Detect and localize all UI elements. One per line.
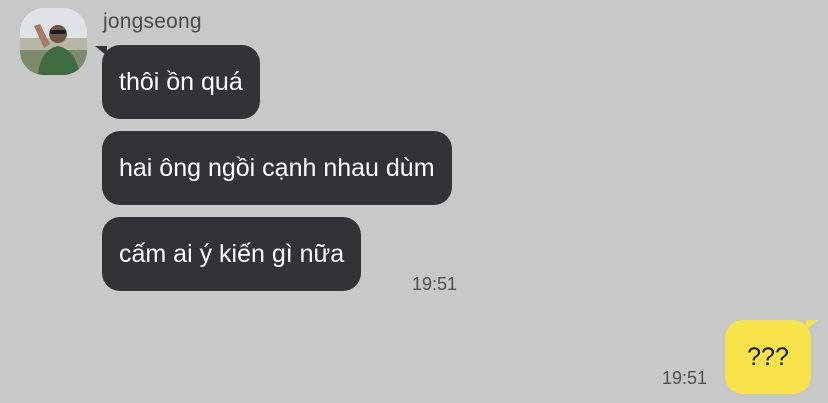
message-text: hai ông ngồi cạnh nhau dùm: [119, 154, 435, 182]
sender-avatar[interactable]: [20, 8, 87, 75]
outgoing-bubble-tail: [806, 320, 818, 330]
message-text: ???: [747, 343, 789, 371]
incoming-message-bubble[interactable]: cấm ai ý kiến gì nữa: [102, 217, 362, 291]
incoming-message-bubble[interactable]: thôi ồn quá: [102, 45, 260, 119]
incoming-timestamp: 19:51: [412, 274, 458, 294]
outgoing-message-bubble[interactable]: ???: [725, 320, 811, 394]
message-text: thôi ồn quá: [119, 68, 243, 96]
message-text: cấm ai ý kiến gì nữa: [119, 240, 345, 268]
incoming-message-bubble[interactable]: hai ông ngồi cạnh nhau dùm: [102, 131, 452, 205]
outgoing-timestamp: 19:51: [662, 368, 708, 388]
sender-name: jongseong: [103, 10, 202, 33]
profile-photo-avatar-icon: [20, 8, 87, 75]
